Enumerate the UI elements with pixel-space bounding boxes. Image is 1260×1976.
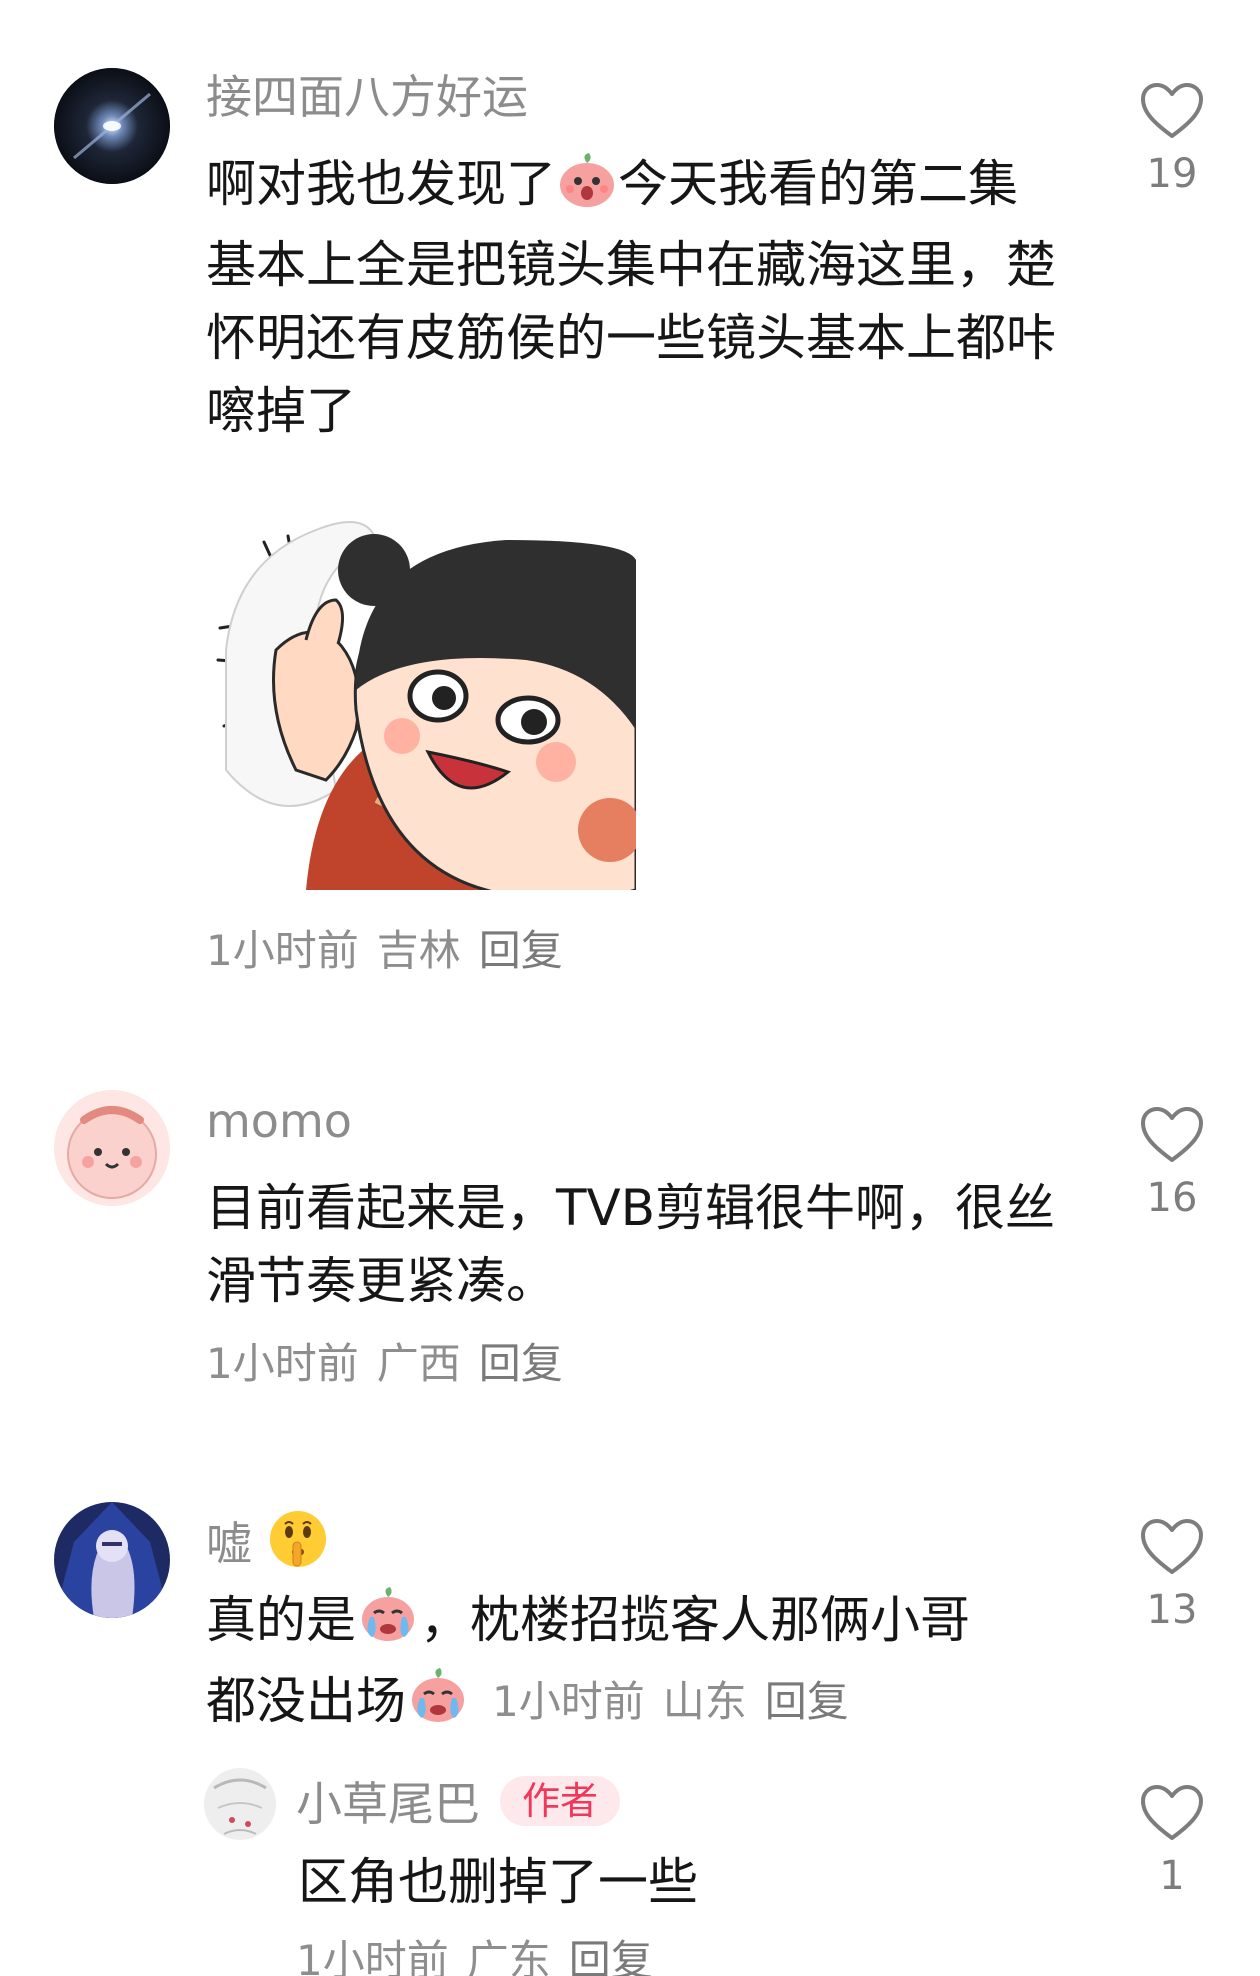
comment-username[interactable]: 接四面八方好运 — [206, 74, 528, 120]
reply-username[interactable]: 小草尾巴 作者 — [296, 1776, 621, 1827]
like-button[interactable]: 13 — [1127, 1518, 1217, 1630]
like-count: 1 — [1159, 1853, 1185, 1899]
heart-icon — [1141, 1519, 1203, 1574]
comment-username[interactable]: 嘘 — [206, 1508, 329, 1577]
like-button[interactable]: 19 — [1127, 82, 1217, 194]
comment-text-part: 真的是 — [206, 1591, 356, 1649]
sketch-avatar-icon — [204, 1768, 276, 1840]
comment-meta: 1小时前 吉林 回复 — [206, 930, 581, 972]
surprised-peach-emoji-icon — [556, 153, 618, 229]
reply-location: 广东 — [466, 1936, 551, 1976]
reply-button[interactable]: 回复 — [765, 1677, 849, 1726]
comment-meta: 1小时前 广西 回复 — [206, 1343, 581, 1385]
thumbs-up-cartoon-sticker[interactable] — [206, 500, 642, 902]
reply-user-avatar[interactable] — [204, 1768, 276, 1840]
like-count: 19 — [1146, 151, 1198, 197]
reply-meta: 1小时前 广东 回复 — [296, 1940, 671, 1976]
reply-button[interactable]: 回复 — [479, 1339, 563, 1388]
user-avatar[interactable] — [54, 1502, 170, 1618]
reply-button[interactable]: 回复 — [569, 1936, 653, 1976]
shushing-face-emoji-icon — [267, 1508, 329, 1577]
anime-character-avatar-icon — [54, 1502, 170, 1618]
peach-character-avatar-icon — [54, 1090, 170, 1206]
comment-time: 1小时前 — [206, 1339, 359, 1388]
comment-location: 吉林 — [376, 926, 461, 975]
like-button[interactable]: 1 — [1127, 1784, 1217, 1896]
heart-icon — [1141, 83, 1203, 138]
reply-button[interactable]: 回复 — [479, 926, 563, 975]
username-text: 嘘 — [206, 1517, 252, 1571]
like-count: 13 — [1146, 1587, 1198, 1633]
comment-text: 真的是 ，枕楼招揽客人那俩小哥 都没出场 1小时前 山东 回复 — [206, 1584, 1066, 1746]
comment-username[interactable]: momo — [206, 1098, 352, 1144]
comment-text: 目前看起来是，TVB剪辑很牛啊，很丝滑节奏更紧凑。 — [206, 1179, 1056, 1310]
crying-peach-emoji-icon — [406, 1666, 470, 1746]
comment-text: 啊对我也发现了 今天我看的第二集基本上全是把镜头集中在藏海这里，楚怀明还有皮筋侯的… — [206, 148, 1056, 448]
comment-location: 广西 — [376, 1339, 461, 1388]
user-avatar[interactable] — [54, 1090, 170, 1206]
heart-icon — [1141, 1107, 1203, 1162]
galaxy-avatar-icon — [54, 68, 170, 184]
comment-text-part: 都没出场 — [206, 1672, 406, 1730]
crying-peach-emoji-icon — [356, 1585, 420, 1665]
reply-text: 区角也删掉了一些 — [298, 1853, 698, 1911]
heart-icon — [1141, 1785, 1203, 1840]
comment-location: 山东 — [662, 1677, 747, 1726]
comment-text-part: ，枕楼招揽客人那俩小哥 — [420, 1591, 970, 1649]
reply-time: 1小时前 — [296, 1936, 449, 1976]
like-count: 16 — [1146, 1175, 1198, 1221]
comment-text-part: 啊对我也发现了 — [206, 155, 556, 213]
comment-time: 1小时前 — [206, 926, 359, 975]
user-avatar[interactable] — [54, 68, 170, 184]
comment-time: 1小时前 — [492, 1677, 645, 1726]
comment-meta: 1小时前 山东 回复 — [492, 1681, 867, 1723]
like-button[interactable]: 16 — [1127, 1106, 1217, 1218]
author-badge: 作者 — [500, 1776, 621, 1826]
username-text: 小草尾巴 — [296, 1777, 480, 1831]
